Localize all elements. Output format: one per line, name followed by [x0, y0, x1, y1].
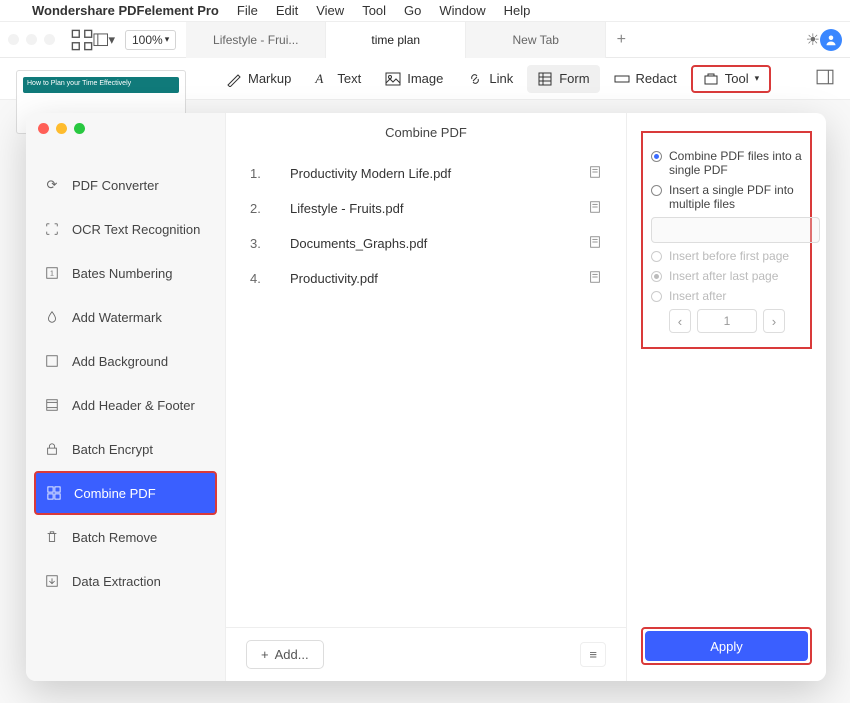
- apply-button[interactable]: Apply: [645, 631, 808, 661]
- sidebar-pdf-converter[interactable]: ⟳PDF Converter: [26, 163, 225, 207]
- combine-pdf-modal: ⟳PDF Converter OCR Text Recognition 1Bat…: [26, 113, 826, 681]
- radio-icon: [651, 271, 662, 282]
- ocr-icon: [44, 221, 60, 237]
- add-button[interactable]: +Add...: [246, 640, 324, 669]
- option-insert-after-last: Insert after last page: [651, 269, 802, 283]
- list-menu-button[interactable]: ≡: [580, 642, 606, 667]
- bates-icon: 1: [44, 265, 60, 281]
- tab-timeplan[interactable]: time plan: [326, 22, 466, 58]
- trash-icon: [44, 529, 60, 545]
- file-row[interactable]: 4.Productivity.pdf: [250, 261, 602, 296]
- menu-tool[interactable]: Tool: [362, 3, 386, 18]
- sync-icon: ⟳: [44, 177, 60, 193]
- radio-icon: [651, 251, 662, 262]
- modal-footer: +Add... ≡: [226, 627, 626, 681]
- file-options-icon[interactable]: [588, 165, 602, 182]
- file-options-icon[interactable]: [588, 235, 602, 252]
- sidebar-toggle-icon[interactable]: ▾: [93, 29, 115, 51]
- option-insert-before: Insert before first page: [651, 249, 802, 263]
- window-traffic-lights[interactable]: [8, 34, 55, 45]
- menu-window[interactable]: Window: [439, 3, 485, 18]
- user-avatar[interactable]: [820, 29, 842, 51]
- option-insert[interactable]: Insert a single PDF into multiple files: [651, 183, 802, 211]
- page-number-input[interactable]: [697, 309, 757, 333]
- file-row[interactable]: 2.Lifestyle - Fruits.pdf: [250, 191, 602, 226]
- app-toolbar: ▾ 100%▾ Lifestyle - Frui... time plan Ne…: [0, 22, 850, 58]
- sidebar-watermark[interactable]: Add Watermark: [26, 295, 225, 339]
- sidebar-bates[interactable]: 1Bates Numbering: [26, 251, 225, 295]
- page-prev-button[interactable]: ‹: [669, 309, 691, 333]
- extract-icon: [44, 573, 60, 589]
- modal-title: Combine PDF: [226, 113, 626, 152]
- file-options-icon[interactable]: [588, 200, 602, 217]
- background-icon: [44, 353, 60, 369]
- plus-icon: +: [261, 647, 269, 662]
- tab-new[interactable]: New Tab: [466, 22, 606, 58]
- app-name: Wondershare PDFelement Pro: [32, 3, 219, 18]
- menu-view[interactable]: View: [316, 3, 344, 18]
- menu-help[interactable]: Help: [504, 3, 531, 18]
- page-next-button[interactable]: ›: [763, 309, 785, 333]
- file-options-icon[interactable]: [588, 270, 602, 287]
- sidebar-background[interactable]: Add Background: [26, 339, 225, 383]
- watermark-icon: [44, 309, 60, 325]
- option-combine[interactable]: Combine PDF files into a single PDF: [651, 149, 802, 177]
- radio-icon: [651, 291, 662, 302]
- ribbon-markup[interactable]: Markup: [216, 65, 301, 93]
- file-row[interactable]: 1.Productivity Modern Life.pdf: [250, 156, 602, 191]
- radio-icon: [651, 185, 662, 196]
- modal-sidebar: ⟳PDF Converter OCR Text Recognition 1Bat…: [26, 113, 226, 681]
- menu-file[interactable]: File: [237, 3, 258, 18]
- sidebar-data-extraction[interactable]: Data Extraction: [26, 559, 225, 603]
- svg-text:1: 1: [50, 271, 54, 278]
- option-insert-after: Insert after: [651, 289, 802, 303]
- menu-go[interactable]: Go: [404, 3, 421, 18]
- ribbon-image[interactable]: Image: [375, 65, 453, 93]
- sidebar-ocr[interactable]: OCR Text Recognition: [26, 207, 225, 251]
- radio-icon: [651, 151, 662, 162]
- header-footer-icon: [44, 397, 60, 413]
- ribbon-tool[interactable]: Tool▾: [691, 65, 771, 93]
- panel-toggle-icon[interactable]: [816, 68, 834, 89]
- ribbon-link[interactable]: Link: [457, 65, 523, 93]
- file-list: 1.Productivity Modern Life.pdf 2.Lifesty…: [226, 152, 626, 627]
- modal-traffic-lights[interactable]: [38, 123, 85, 134]
- options-group: Combine PDF files into a single PDF Inse…: [641, 131, 812, 349]
- add-tab-button[interactable]: +: [606, 22, 636, 58]
- tab-lifestyle[interactable]: Lifestyle - Frui...: [186, 22, 326, 58]
- file-row[interactable]: 3.Documents_Graphs.pdf: [250, 226, 602, 261]
- sidebar-batch-encrypt[interactable]: Batch Encrypt: [26, 427, 225, 471]
- insert-file-input[interactable]: [651, 217, 820, 243]
- thumbnails-icon[interactable]: [71, 29, 93, 51]
- sidebar-batch-remove[interactable]: Batch Remove: [26, 515, 225, 559]
- sidebar-combine-pdf[interactable]: Combine PDF: [34, 471, 217, 515]
- modal-main: Combine PDF 1.Productivity Modern Life.p…: [226, 113, 626, 681]
- hint-icon[interactable]: ☀: [806, 30, 820, 50]
- lock-icon: [44, 441, 60, 457]
- menubar: Wondershare PDFelement Pro File Edit Vie…: [0, 0, 850, 22]
- options-panel: Combine PDF files into a single PDF Inse…: [626, 113, 826, 681]
- ribbon-redact[interactable]: Redact: [604, 65, 687, 93]
- combine-icon: [46, 485, 62, 501]
- menu-edit[interactable]: Edit: [276, 3, 298, 18]
- ribbon-text[interactable]: AText: [305, 65, 371, 93]
- sidebar-header-footer[interactable]: Add Header & Footer: [26, 383, 225, 427]
- ribbon-form[interactable]: Form: [527, 65, 599, 93]
- tabs: Lifestyle - Frui... time plan New Tab +: [186, 22, 797, 58]
- zoom-selector[interactable]: 100%▾: [125, 30, 176, 50]
